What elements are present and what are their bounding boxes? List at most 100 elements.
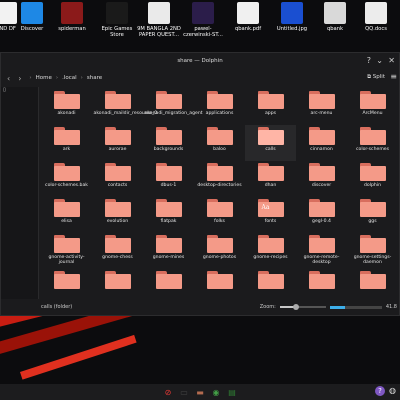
file-item[interactable]: aurorae [92, 125, 143, 161]
file-item[interactable]: gnome-remote-desktop [296, 233, 347, 269]
folder-icon [104, 271, 131, 289]
folder-icon [155, 163, 182, 181]
folder-icon [206, 163, 233, 181]
desktop-icon-label: Discover [20, 26, 44, 32]
split-button[interactable]: ⧉ Split [367, 74, 385, 81]
file-item[interactable]: Aa fonts [245, 197, 296, 233]
desktop-icon[interactable]: Epic Games Store [95, 2, 139, 38]
no-entry-app-icon[interactable]: ⊘ [162, 386, 174, 398]
file-item[interactable]: gnome-settings-daemon [347, 233, 397, 269]
file-item[interactable]: applications [194, 89, 245, 125]
folder-icon [257, 127, 284, 145]
file-item[interactable]: backgrounds [143, 125, 194, 161]
desktop-icon-label: Untitled.jpg [276, 26, 308, 32]
places-panel: ▯ [1, 87, 39, 299]
terminal-app-icon[interactable]: ▭ [178, 386, 190, 398]
dolphin-window: share — Dolphin ? ⌄ ✕ ‹ › › Home › .loca… [0, 52, 400, 316]
desktop-icon[interactable]: pawel-czerwinski-ST... [181, 2, 225, 38]
desktop-icon[interactable]: qbank.pdf [226, 2, 270, 32]
file-item[interactable]: discover [296, 161, 347, 197]
file-item[interactable] [41, 269, 92, 299]
desktop-icon[interactable]: QQ.docs [354, 2, 398, 32]
file-item[interactable]: gnome-photos [194, 233, 245, 269]
folder-icon [359, 235, 386, 253]
file-item[interactable]: gnome-activity-journal [41, 233, 92, 269]
file-item[interactable]: evolution [92, 197, 143, 233]
desktop-icon-label: qbank [326, 26, 344, 32]
desktop-icon-thumbnail [281, 2, 303, 24]
chrome-app-icon[interactable]: ◉ [210, 386, 222, 398]
folder-icon [206, 127, 233, 145]
file-item[interactable]: color-schemes [347, 125, 397, 161]
file-item[interactable]: gnome-chess [92, 233, 143, 269]
file-name: elisa [61, 219, 72, 224]
file-item[interactable]: gnome-mines [143, 233, 194, 269]
file-item[interactable]: akonadi [41, 89, 92, 125]
file-item[interactable] [245, 269, 296, 299]
folder-icon [104, 91, 131, 109]
file-name: contacts [107, 183, 128, 188]
file-item[interactable] [194, 269, 245, 299]
breadcrumb-share[interactable]: share [87, 75, 102, 81]
file-item[interactable]: folks [194, 197, 245, 233]
free-space-text: 41.8 [385, 304, 397, 310]
file-item[interactable]: ark [41, 125, 92, 161]
fonts-folder-icon: Aa [257, 199, 284, 217]
file-name: fonts [264, 219, 277, 224]
file-item[interactable]: ggs [347, 197, 397, 233]
file-item[interactable]: calls [245, 125, 296, 161]
taskbar-apps: ⊘ ▭ ▬ ◉ ▤ [160, 386, 240, 398]
folder-icon [257, 163, 284, 181]
desktop-icon[interactable]: Discover [10, 2, 54, 32]
file-item[interactable]: contacts [92, 161, 143, 197]
file-name: flatpak [160, 219, 177, 224]
file-item[interactable]: color-schemes.bak [41, 161, 92, 197]
file-item[interactable] [347, 269, 397, 299]
zoom-slider[interactable] [279, 304, 326, 310]
files-app-icon[interactable]: ▤ [226, 386, 238, 398]
help-icon[interactable]: ? [375, 386, 386, 396]
breadcrumb-chevron-icon: › [80, 75, 83, 81]
zoom-label: Zoom: [259, 304, 276, 310]
close-icon[interactable]: ✕ [388, 56, 395, 65]
file-item[interactable]: flatpak [143, 197, 194, 233]
file-item[interactable]: akonadi_migration_agent [143, 89, 203, 125]
file-item[interactable]: desktop-directories [194, 161, 245, 197]
zoom-slider-handle[interactable] [292, 304, 299, 310]
file-item[interactable]: baloo [194, 125, 245, 161]
file-item[interactable]: arc-menu [296, 89, 347, 125]
breadcrumb-home[interactable]: Home [36, 75, 52, 81]
folder-icon [53, 91, 80, 109]
back-icon[interactable]: ‹ [7, 74, 10, 83]
file-item[interactable]: dolphin [347, 161, 397, 197]
desktop-icon[interactable]: qbank [313, 2, 357, 32]
desktop-icon[interactable]: 9M BANGLA 2ND PAPER QUEST... [137, 2, 181, 38]
desktop-icon[interactable]: Untitled.jpg [270, 2, 314, 32]
folder-icon [359, 127, 386, 145]
file-item[interactable]: dbus-1 [143, 161, 194, 197]
breadcrumb-local[interactable]: .local [62, 75, 77, 81]
folder-icon [206, 199, 233, 217]
file-item[interactable]: akonadi_maildir_resource_0 [92, 89, 158, 125]
network-icon[interactable]: ◍ [389, 386, 396, 396]
file-item[interactable]: gnome-recipes [245, 233, 296, 269]
help-icon[interactable]: ? [367, 56, 371, 65]
folder-icon [53, 235, 80, 253]
file-name: akonadi_maildir_resource_0 [93, 111, 158, 116]
dolphin-app-icon[interactable]: ▬ [194, 386, 206, 398]
taskbar: ⊘ ▭ ▬ ◉ ▤ ? ◍ [0, 384, 400, 400]
hamburger-icon[interactable]: ≡ [390, 72, 397, 81]
file-item[interactable] [296, 269, 347, 299]
file-item[interactable]: ArcMenu [347, 89, 397, 125]
file-item[interactable]: dhan [245, 161, 296, 197]
file-item[interactable] [143, 269, 194, 299]
file-item[interactable]: gegl-0.4 [296, 197, 347, 233]
file-item[interactable]: cinnamon [296, 125, 347, 161]
file-item[interactable]: elisa [41, 197, 92, 233]
minimize-icon[interactable]: ⌄ [376, 56, 383, 65]
file-item[interactable]: apps [245, 89, 296, 125]
folder-icon [104, 127, 131, 145]
desktop-icon[interactable]: spiderman [50, 2, 94, 32]
file-item[interactable] [92, 269, 143, 299]
forward-icon[interactable]: › [18, 74, 21, 83]
